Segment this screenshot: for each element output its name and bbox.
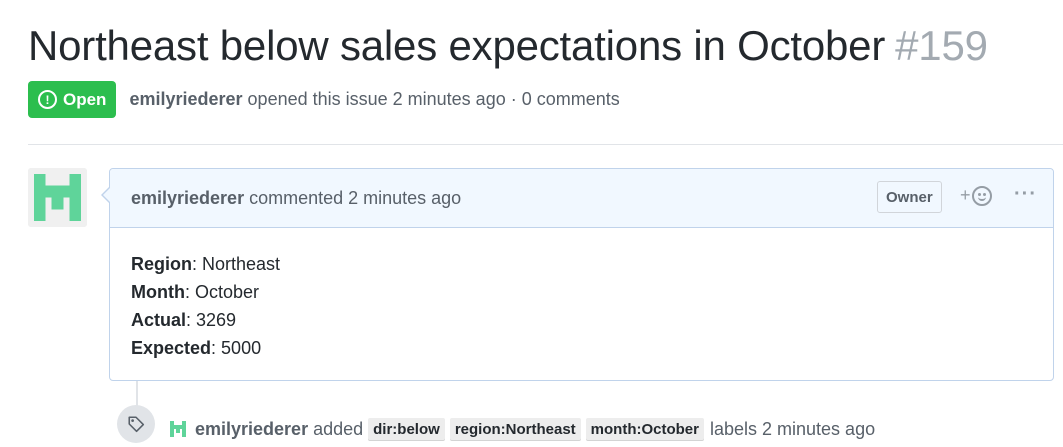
owner-badge: Owner xyxy=(877,181,942,213)
state-badge: ! Open xyxy=(28,81,117,118)
field-row-actual: Actual: 3269 xyxy=(131,310,237,330)
reaction-plus: + xyxy=(960,185,971,205)
meta-text: emilyriederer opened this issue 2 minute… xyxy=(129,89,619,110)
issue-author-link[interactable]: emilyriederer xyxy=(129,89,242,109)
label-month-october[interactable]: month:October xyxy=(585,417,704,441)
tag-icon xyxy=(117,405,155,443)
smiley-icon xyxy=(971,185,992,206)
event-time: labels 2 minutes ago xyxy=(709,418,876,439)
label-event: emilyriederer added dir:below region:Nor… xyxy=(168,415,875,443)
event-avatar-icon[interactable] xyxy=(168,419,188,439)
comment-box: emilyriederer commented 2 minutes ago Ow… xyxy=(101,168,1054,381)
issue-title: Northeast below sales expectations in Oc… xyxy=(28,22,988,70)
state-label: Open xyxy=(63,89,107,109)
issue-meta: ! Open emilyriederer opened this issue 2… xyxy=(28,81,620,118)
comment-header: emilyriederer commented 2 minutes ago Ow… xyxy=(110,169,1053,228)
issue-number: #159 xyxy=(895,22,988,69)
kebab-horizontal-icon[interactable]: ··· xyxy=(1014,183,1037,206)
field-row-month: Month: October xyxy=(131,282,260,302)
label-dir-below[interactable]: dir:below xyxy=(368,417,445,441)
add-reaction-button[interactable]: + xyxy=(960,185,992,206)
header-divider xyxy=(28,144,1063,145)
comment-body: Region: Northeast Month: October Actual:… xyxy=(110,228,1053,362)
avatar[interactable] xyxy=(28,168,87,227)
comment-time[interactable]: commented 2 minutes ago xyxy=(249,188,461,209)
event-author-link[interactable]: emilyriederer xyxy=(195,419,308,440)
identicon-icon xyxy=(28,168,87,227)
field-row-expected: Expected: 5000 xyxy=(131,338,262,358)
field-row-region: Region: Northeast xyxy=(131,254,281,274)
opened-text: opened this issue 2 minutes ago · 0 comm… xyxy=(247,89,620,109)
label-region-northeast[interactable]: region:Northeast xyxy=(449,417,581,441)
comment-author-link[interactable]: emilyriederer xyxy=(131,188,244,209)
event-action: added xyxy=(313,418,364,439)
issue-opened-icon: ! xyxy=(38,90,57,109)
issue-title-text: Northeast below sales expectations in Oc… xyxy=(28,22,886,69)
